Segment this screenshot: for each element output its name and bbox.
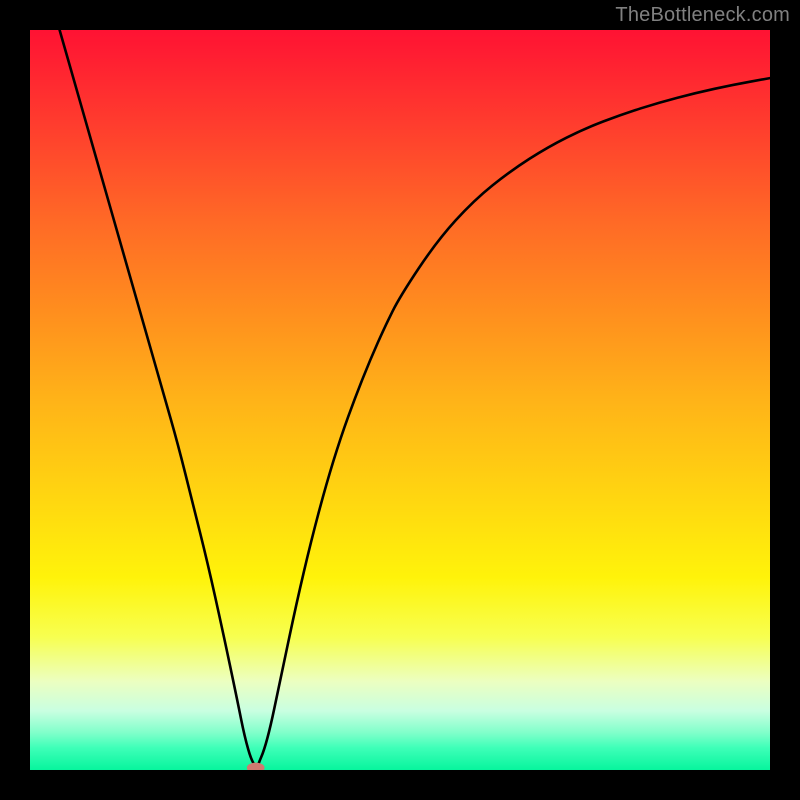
minimum-marker [247, 763, 265, 770]
plot-area [30, 30, 770, 770]
chart-frame: TheBottleneck.com [0, 0, 800, 800]
attribution-label: TheBottleneck.com [615, 4, 790, 27]
marker-svg [30, 30, 770, 770]
